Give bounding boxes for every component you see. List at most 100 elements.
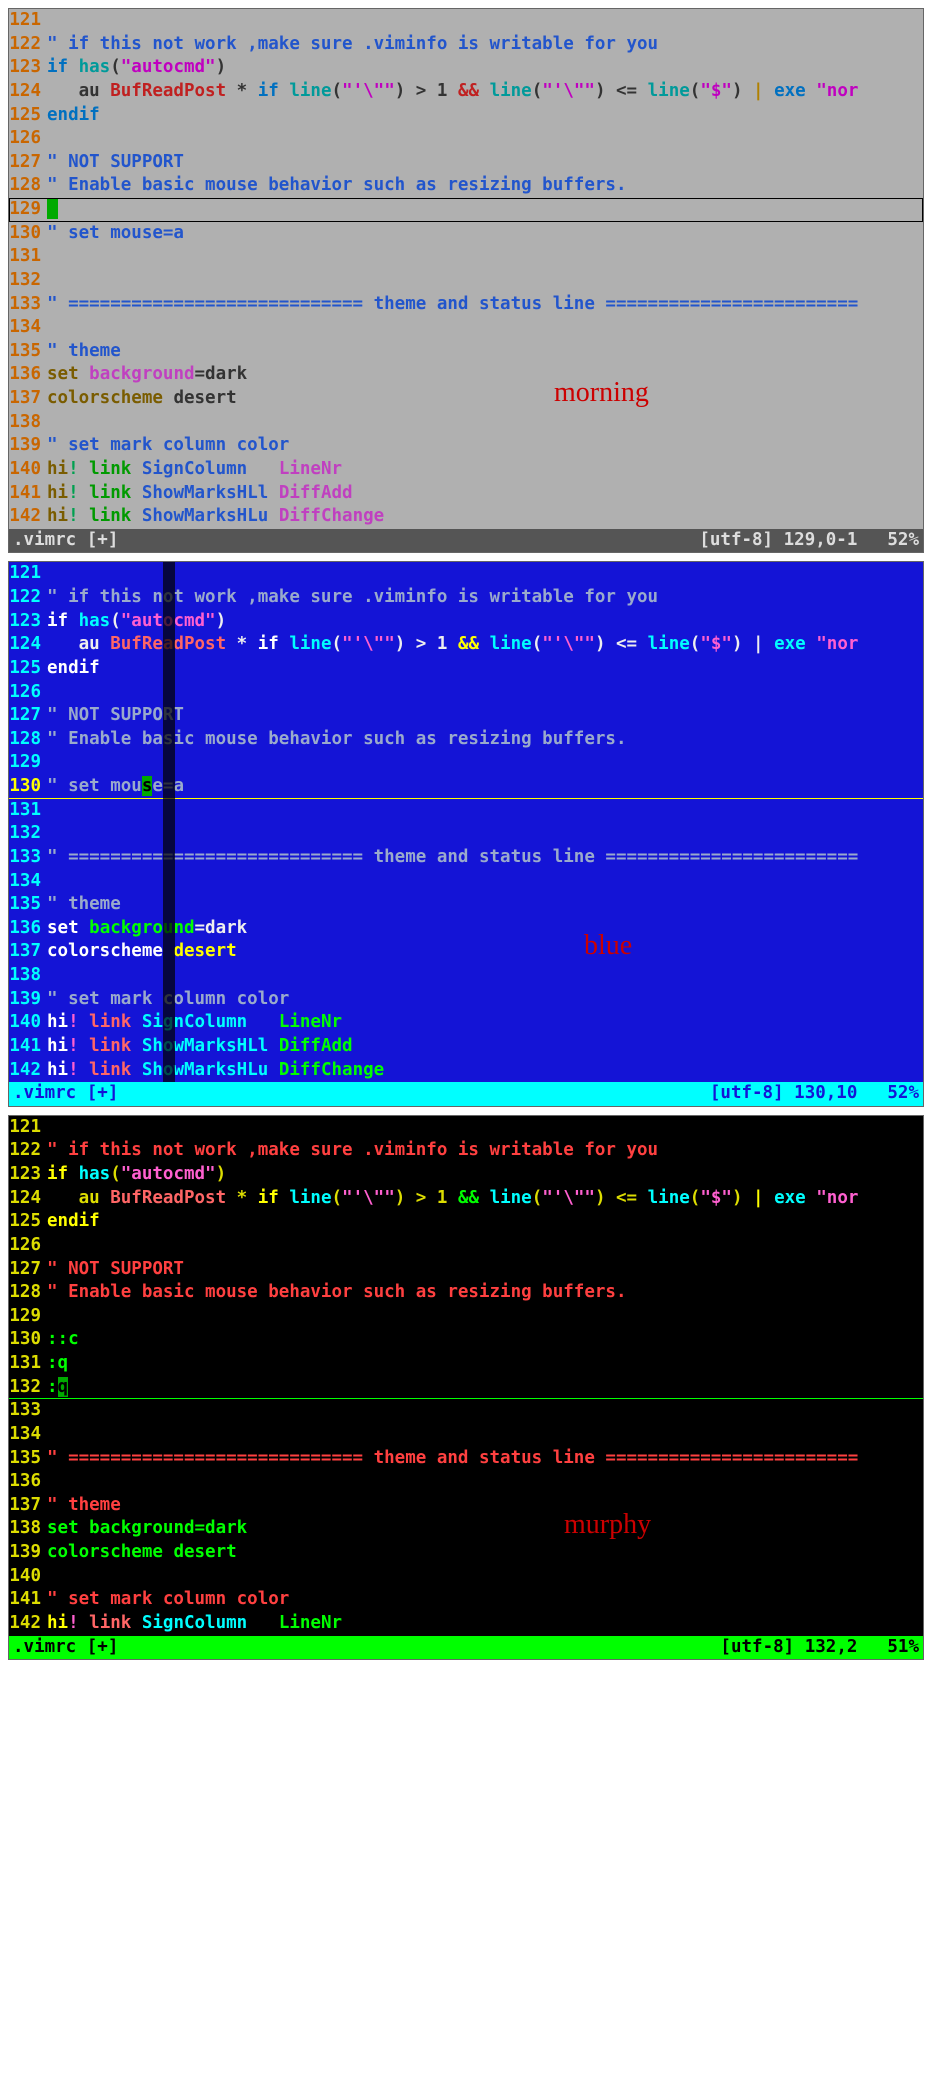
code-line: 135" ============================ theme … <box>9 1447 923 1471</box>
code-line: 131 <box>9 245 923 269</box>
line-number: 126 <box>9 681 47 705</box>
code-line: 137" theme <box>9 1494 923 1518</box>
line-number: 142 <box>9 505 47 529</box>
code-line: 123if has("autocmd") <box>9 56 923 80</box>
code-line: 131 <box>9 799 923 823</box>
cursor-line: 129 <box>9 198 923 222</box>
line-number: 140 <box>9 1565 47 1589</box>
line-number: 130 <box>9 1328 47 1352</box>
line-number: 134 <box>9 870 47 894</box>
line-number: 136 <box>9 1470 47 1494</box>
cursor-line: 132:q <box>9 1376 923 1400</box>
line-number: 132 <box>9 1376 47 1400</box>
editor-morning[interactable]: morning 121 122" if this not work ,make … <box>8 8 924 553</box>
cursor-icon: q <box>58 1377 69 1397</box>
line-number: 132 <box>9 822 47 846</box>
code-line: 133" ============================ theme … <box>9 846 923 870</box>
line-number: 139 <box>9 1541 47 1565</box>
line-number: 126 <box>9 127 47 151</box>
code-line: 138 <box>9 964 923 988</box>
line-number: 128 <box>9 174 47 198</box>
code-line: 127" NOT SUPPORT <box>9 151 923 175</box>
line-number: 122 <box>9 33 47 57</box>
line-number: 135 <box>9 893 47 917</box>
line-number: 121 <box>9 9 47 33</box>
code-line: 124 au BufReadPost * if line("'\"") > 1 … <box>9 633 923 657</box>
code-line: 134 <box>9 316 923 340</box>
code-line: 139" set mark column color <box>9 988 923 1012</box>
code-line: 133 <box>9 1399 923 1423</box>
line-number: 127 <box>9 704 47 728</box>
line-number: 138 <box>9 411 47 435</box>
editor-murphy[interactable]: murphy 121 122" if this not work ,make s… <box>8 1115 924 1660</box>
line-number: 140 <box>9 458 47 482</box>
line-number: 123 <box>9 1163 47 1187</box>
line-number: 125 <box>9 657 47 681</box>
code-line: 141hi! link ShowMarksHLl DiffAdd <box>9 1035 923 1059</box>
line-number: 124 <box>9 80 47 104</box>
line-number: 131 <box>9 799 47 823</box>
code-line: 123if has("autocmd") <box>9 1163 923 1187</box>
code-line: 140hi! link SignColumn LineNr <box>9 458 923 482</box>
status-position: [utf-8] 132,2 <box>720 1636 857 1660</box>
code-line: 140 <box>9 1565 923 1589</box>
code-line: 129 <box>9 1305 923 1329</box>
code-line: 140hi! link SignColumn LineNr <box>9 1011 923 1035</box>
line-number: 139 <box>9 988 47 1012</box>
code-line: 135" theme <box>9 340 923 364</box>
code-line: 142hi! link ShowMarksHLu DiffChange <box>9 505 923 529</box>
code-line: 136set background=dark <box>9 363 923 387</box>
line-number: 130 <box>9 222 47 246</box>
code-line: 131:q <box>9 1352 923 1376</box>
status-filename: .vimrc [+] <box>13 1082 710 1106</box>
line-number: 123 <box>9 56 47 80</box>
code-line: 132 <box>9 269 923 293</box>
line-number: 132 <box>9 269 47 293</box>
code-line: 135" theme <box>9 893 923 917</box>
editor-blue[interactable]: blue 121 122" if this not work ,make sur… <box>8 561 924 1106</box>
line-number: 127 <box>9 151 47 175</box>
code-line: 126 <box>9 681 923 705</box>
line-number: 129 <box>9 1305 47 1329</box>
line-number: 126 <box>9 1234 47 1258</box>
status-bar: .vimrc [+] [utf-8] 130,10 52% <box>9 1082 923 1106</box>
code-line: 128" Enable basic mouse behavior such as… <box>9 1281 923 1305</box>
code-line: 121 <box>9 562 923 586</box>
line-number: 133 <box>9 1399 47 1423</box>
code-line: 130" set mouse=a <box>9 222 923 246</box>
line-number: 129 <box>9 198 47 222</box>
code-line: 122" if this not work ,make sure .viminf… <box>9 33 923 57</box>
line-number: 125 <box>9 1210 47 1234</box>
line-number: 124 <box>9 633 47 657</box>
cursor-line: 130" set mouse=a <box>9 775 923 799</box>
line-number: 141 <box>9 1035 47 1059</box>
code-line: 130::c <box>9 1328 923 1352</box>
status-position: [utf-8] 130,10 <box>710 1082 858 1106</box>
code-line: 127" NOT SUPPORT <box>9 1258 923 1282</box>
line-number: 136 <box>9 363 47 387</box>
line-number: 127 <box>9 1258 47 1282</box>
code-line: 124 au BufReadPost * if line("'\"") > 1 … <box>9 80 923 104</box>
code-line: 141" set mark column color <box>9 1588 923 1612</box>
code-line: 139colorscheme desert <box>9 1541 923 1565</box>
code-line: 137colorscheme desert <box>9 940 923 964</box>
line-number: 134 <box>9 316 47 340</box>
line-number: 130 <box>9 775 47 799</box>
code-line: 139" set mark column color <box>9 434 923 458</box>
status-position: [utf-8] 129,0-1 <box>699 529 857 553</box>
line-number: 136 <box>9 917 47 941</box>
scheme-label-murphy: murphy <box>564 1506 651 1544</box>
line-number: 128 <box>9 1281 47 1305</box>
line-number: 129 <box>9 751 47 775</box>
code-line: 132 <box>9 822 923 846</box>
code-line: 136 <box>9 1470 923 1494</box>
line-number: 138 <box>9 964 47 988</box>
line-number: 139 <box>9 434 47 458</box>
code-line: 128" Enable basic mouse behavior such as… <box>9 174 923 198</box>
code-line: 134 <box>9 870 923 894</box>
cursor-icon <box>47 199 58 219</box>
line-number: 133 <box>9 293 47 317</box>
code-line: 134 <box>9 1423 923 1447</box>
status-percent: 51% <box>857 1636 919 1660</box>
line-number: 135 <box>9 1447 47 1471</box>
